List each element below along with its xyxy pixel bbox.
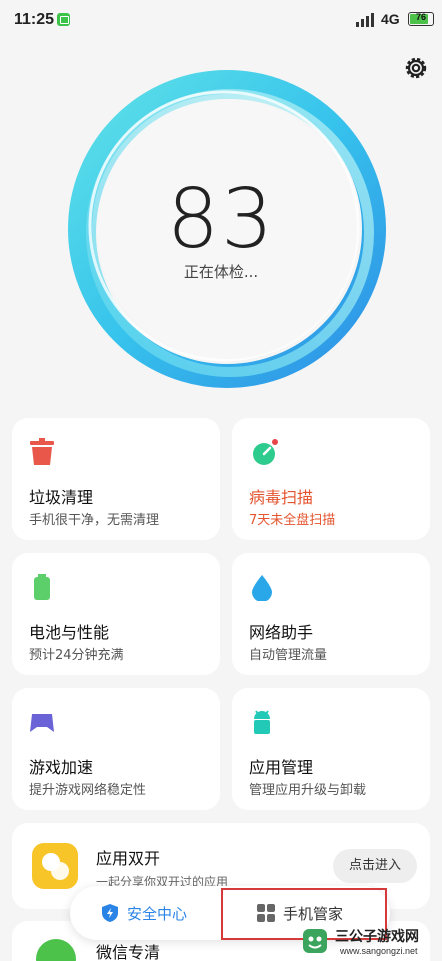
battery-icon xyxy=(34,574,50,600)
card-battery-performance[interactable]: 电池与性能 预计24分钟充满 xyxy=(12,553,220,675)
enter-button[interactable]: 点击进入 xyxy=(333,849,417,883)
shield-icon xyxy=(102,904,118,922)
nav-security-label: 安全中心 xyxy=(127,904,188,923)
card-title: 游戏加速 xyxy=(29,758,94,777)
card-title: 应用管理 xyxy=(249,758,314,777)
health-score: 83 xyxy=(166,172,276,267)
signal-icon xyxy=(356,13,374,27)
trash-icon xyxy=(30,438,54,465)
dual-app-title: 应用双开 xyxy=(96,849,161,868)
card-subtitle: 手机很干净，无需清理 xyxy=(29,513,160,528)
wechat-icon xyxy=(36,939,76,961)
dual-app-icon xyxy=(32,843,78,889)
network-type: 4G xyxy=(381,11,400,27)
card-title: 垃圾清理 xyxy=(29,488,94,507)
watermark-logo-icon xyxy=(303,929,327,953)
notification-app-icon xyxy=(57,13,70,26)
scan-status: 正在体检... xyxy=(183,263,259,281)
card-title: 电池与性能 xyxy=(29,623,110,642)
virus-scan-icon xyxy=(253,439,278,465)
wechat-clean-title: 微信专清 xyxy=(96,943,161,961)
settings-gear-icon[interactable] xyxy=(402,54,430,82)
card-network-assistant[interactable]: 网络助手 自动管理流量 xyxy=(232,553,430,675)
battery-icon: 76 xyxy=(408,12,434,26)
card-title: 网络助手 xyxy=(249,623,314,642)
battery-level: 76 xyxy=(415,12,426,22)
status-time: 11:25 xyxy=(14,11,55,28)
card-title: 病毒扫描 xyxy=(249,488,314,507)
card-subtitle: 自动管理流量 xyxy=(249,648,328,663)
status-bar: 11:25 4G 76 xyxy=(0,0,442,44)
card-game-boost[interactable]: 游戏加速 提升游戏网络稳定性 xyxy=(12,688,220,810)
watermark: 三公子游戏网 www.sangongzi.net xyxy=(300,924,442,961)
card-virus-scan[interactable]: 病毒扫描 7天未全盘扫描 xyxy=(232,418,430,540)
card-subtitle: 预计24分钟充满 xyxy=(29,648,124,663)
card-app-management[interactable]: 应用管理 管理应用升级与卸载 xyxy=(232,688,430,810)
card-subtitle: 管理应用升级与卸载 xyxy=(249,783,367,798)
nav-security-center[interactable]: 安全中心 xyxy=(100,886,187,940)
watermark-name: 三公子游戏网 xyxy=(335,929,419,945)
android-icon xyxy=(254,710,270,734)
water-drop-icon xyxy=(252,575,272,601)
card-subtitle: 提升游戏网络稳定性 xyxy=(29,783,147,798)
card-subtitle: 7天未全盘扫描 xyxy=(249,513,336,528)
watermark-url: www.sangongzi.net xyxy=(340,946,418,956)
gamepad-icon xyxy=(30,714,54,732)
card-trash-cleanup[interactable]: 垃圾清理 手机很干净，无需清理 xyxy=(12,418,220,540)
